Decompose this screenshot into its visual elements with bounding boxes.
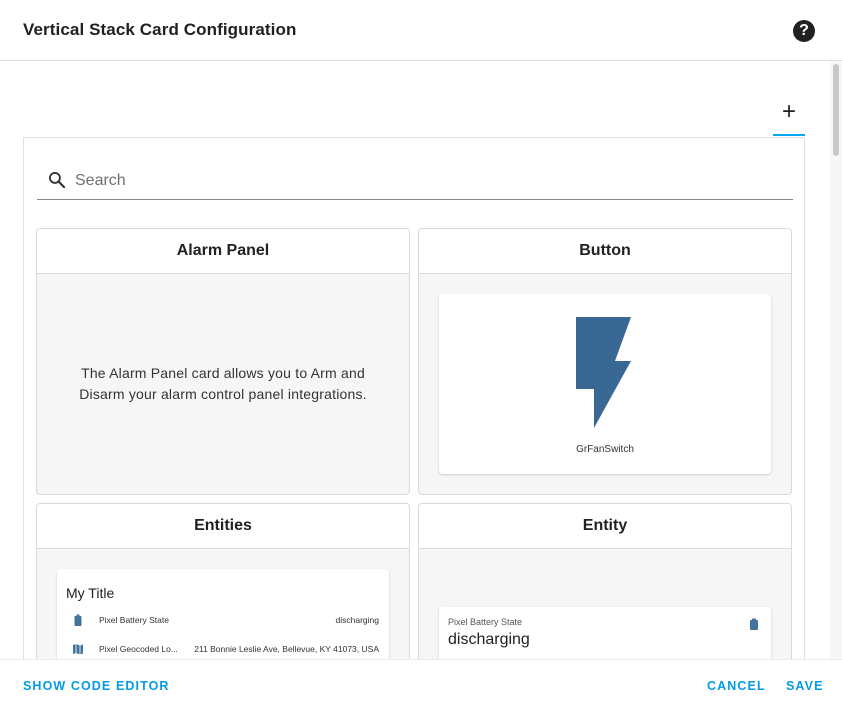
active-tab-indicator <box>773 134 805 136</box>
dialog-header: Vertical Stack Card Configuration ? <box>0 0 842 61</box>
entity-row-state: discharging <box>335 615 379 625</box>
card-entity[interactable]: Entity Pixel Battery State discharging <box>418 503 792 659</box>
card-description: The Alarm Panel card allows you to Arm a… <box>79 365 367 402</box>
card-title: Entities <box>37 504 409 549</box>
button-preview: GrFanSwitch <box>439 294 771 474</box>
entities-preview-title: My Title <box>66 585 115 601</box>
battery-lock-icon <box>74 614 82 626</box>
entity-preview-label: Pixel Battery State <box>448 617 523 627</box>
entity-row: Pixel Battery State discharging <box>57 613 389 627</box>
search-field[interactable] <box>37 166 793 200</box>
entity-preview-state: discharging <box>448 631 530 648</box>
entity-preview: Pixel Battery State discharging <box>439 607 771 659</box>
save-button[interactable]: SAVE <box>786 679 824 693</box>
entity-row-name: Pixel Geocoded Lo... <box>99 644 178 654</box>
show-code-editor-button[interactable]: SHOW CODE EDITOR <box>23 679 170 693</box>
dialog-content: + Alarm Panel The Alarm Panel card allow… <box>0 61 842 659</box>
add-card-tab[interactable]: + <box>773 99 805 137</box>
dialog-footer: SHOW CODE EDITOR CANCEL SAVE <box>0 659 842 711</box>
entities-preview: My Title Pixel Battery State discharging <box>57 569 389 659</box>
map-icon <box>73 644 83 655</box>
help-icon[interactable]: ? <box>793 20 815 42</box>
card-title: Alarm Panel <box>37 229 409 274</box>
card-alarm-panel[interactable]: Alarm Panel The Alarm Panel card allows … <box>36 228 410 495</box>
card-title: Entity <box>419 504 791 549</box>
scrollbar[interactable] <box>830 61 842 659</box>
button-preview-name: GrFanSwitch <box>576 444 634 455</box>
card-button[interactable]: Button GrFanSwitch <box>418 228 792 495</box>
card-picker-panel: Alarm Panel The Alarm Panel card allows … <box>23 137 805 659</box>
entity-row: Pixel Geocoded Lo... 211 Bonnie Leslie A… <box>57 642 389 656</box>
plus-icon: + <box>781 98 796 125</box>
card-entities[interactable]: Entities My Title Pixel Battery State di… <box>36 503 410 659</box>
search-icon <box>49 172 66 189</box>
cancel-button[interactable]: CANCEL <box>707 679 766 693</box>
entity-row-name: Pixel Battery State <box>99 615 169 625</box>
dialog-title: Vertical Stack Card Configuration <box>23 20 297 39</box>
flash-icon <box>576 317 631 428</box>
entity-row-state: 211 Bonnie Leslie Ave, Bellevue, KY 4107… <box>194 644 379 654</box>
card-title: Button <box>419 229 791 274</box>
scrollbar-thumb[interactable] <box>833 64 839 156</box>
search-input[interactable] <box>75 168 775 194</box>
battery-lock-icon <box>750 618 758 630</box>
